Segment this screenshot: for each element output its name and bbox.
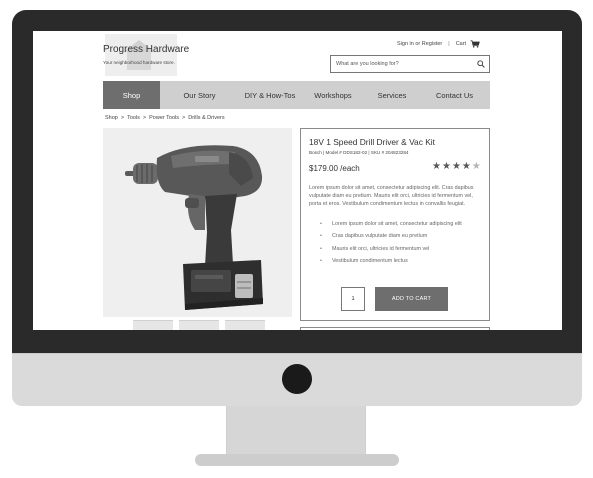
- link-separator: |: [448, 41, 450, 47]
- cart-icon[interactable]: [470, 40, 480, 48]
- search-input[interactable]: [336, 58, 466, 70]
- feature-item: Mauris elit orci, ultricies id fermentum…: [320, 245, 485, 257]
- feature-item: Vestibulum condimentum lectus: [320, 257, 485, 269]
- breadcrumb-item-drills-drivers: Drills & Drivers: [188, 115, 225, 121]
- brand-tagline: Your neighborhood hardware store.: [103, 60, 175, 65]
- product-detail-card: 18V 1 Speed Drill Driver & Vac Kit Bosch…: [300, 128, 490, 321]
- star-rating[interactable]: ★ ★ ★ ★ ★: [432, 162, 481, 172]
- quantity-input[interactable]: [341, 287, 365, 311]
- breadcrumb-separator: >: [120, 115, 125, 121]
- breadcrumb-item-shop[interactable]: Shop: [105, 115, 118, 121]
- star-icon: ★: [441, 161, 451, 172]
- power-button-icon: [282, 364, 312, 394]
- signin-register-link[interactable]: Sign in or Register: [397, 41, 442, 47]
- nav-item-shop[interactable]: Shop: [103, 81, 160, 109]
- search-icon[interactable]: [477, 60, 485, 68]
- main-nav: Shop Our Story DIY & How-Tos Workshops S…: [103, 81, 490, 109]
- screen: Progress Hardware Your neighborhood hard…: [33, 31, 562, 330]
- breadcrumb: Shop > Tools > Power Tools > Drills & Dr…: [105, 115, 225, 121]
- cart-link[interactable]: Cart: [456, 41, 466, 47]
- store-logo-icon: [105, 34, 177, 76]
- breadcrumb-item-tools[interactable]: Tools: [127, 115, 140, 121]
- star-icon: ★: [432, 161, 441, 172]
- product-description: Lorem ipsum dolor sit amet, consectetur …: [309, 185, 474, 208]
- brand-name[interactable]: Progress Hardware: [103, 44, 189, 55]
- product-meta: Bosch | Model # DDS182-02 | SKU # 204823…: [309, 150, 409, 155]
- feature-item: Lorem ipsum dolor sit amet, consectetur …: [320, 220, 485, 232]
- search-box: [330, 55, 490, 73]
- product-image[interactable]: [103, 128, 292, 317]
- nav-item-services[interactable]: Services: [365, 81, 419, 109]
- product-price: $179.00 /each: [309, 164, 360, 173]
- breadcrumb-separator: >: [142, 115, 147, 121]
- nav-item-workshops[interactable]: Workshops: [301, 81, 365, 109]
- add-to-cart-button[interactable]: ADD TO CART: [375, 287, 448, 311]
- star-icon: ★: [461, 161, 471, 172]
- account-links: Sign in or Register | Cart: [397, 39, 490, 49]
- monitor-stand-neck: [226, 406, 366, 458]
- product-thumbnail[interactable]: [225, 320, 265, 330]
- nav-item-contact-us[interactable]: Contact Us: [419, 81, 490, 109]
- product-thumbnail[interactable]: [179, 320, 219, 330]
- star-icon: ★: [451, 161, 461, 172]
- thumbnail-strip: [133, 320, 265, 330]
- cordless-drill-icon: [125, 145, 263, 310]
- monitor-stand-base: [195, 454, 399, 466]
- star-empty-icon: ★: [471, 161, 481, 172]
- product-title: 18V 1 Speed Drill Driver & Vac Kit: [309, 137, 435, 147]
- breadcrumb-item-power-tools[interactable]: Power Tools: [149, 115, 179, 121]
- nav-item-diy-how-tos[interactable]: DIY & How-Tos: [239, 81, 301, 109]
- feature-item: Cras dapibus vulputate diam eu pretium: [320, 232, 485, 244]
- breadcrumb-separator: >: [182, 115, 186, 121]
- nav-item-our-story[interactable]: Our Story: [160, 81, 239, 109]
- secondary-panel: [300, 327, 490, 330]
- product-thumbnail[interactable]: [133, 320, 173, 330]
- feature-list: Lorem ipsum dolor sit amet, consectetur …: [320, 220, 485, 270]
